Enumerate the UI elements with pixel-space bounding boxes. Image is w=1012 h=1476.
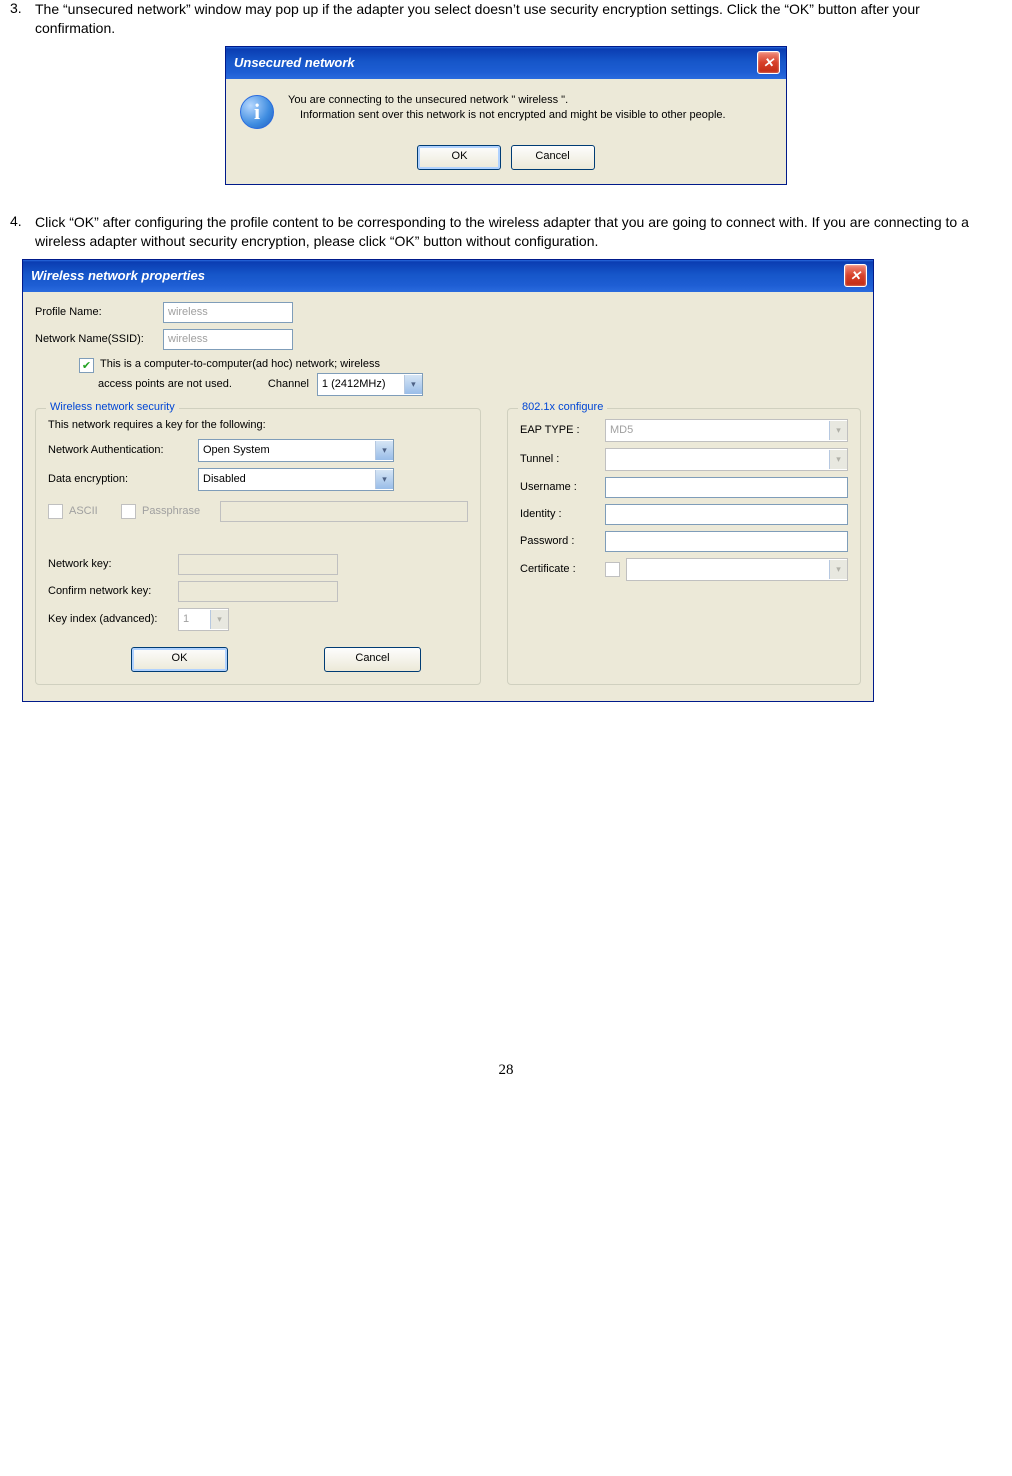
titlebar[interactable]: Wireless network properties ✕ (23, 260, 873, 292)
step-number: 3. (10, 0, 35, 38)
ssid-input[interactable]: wireless (163, 329, 293, 350)
adhoc-text-1: This is a computer-to-computer(ad hoc) n… (100, 358, 380, 370)
enc-label: Data encryption: (48, 473, 198, 485)
dialog-title: Wireless network properties (31, 268, 205, 283)
adhoc-checkbox[interactable]: ✔ (79, 358, 94, 373)
auth-label: Network Authentication: (48, 444, 198, 456)
ssid-label: Network Name(SSID): (35, 333, 163, 345)
channel-value: 1 (2412MHz) (322, 378, 386, 390)
step-number: 4. (10, 213, 35, 251)
ok-button[interactable]: OK (131, 647, 228, 672)
msg-line-2: Information sent over this network is no… (288, 108, 772, 123)
dialog-body: Profile Name: wireless Network Name(SSID… (23, 292, 873, 701)
unsecured-network-dialog: Unsecured network ✕ i You are connecting… (225, 46, 787, 185)
enc-value: Disabled (203, 473, 246, 485)
cancel-button[interactable]: Cancel (324, 647, 421, 672)
chevron-down-icon: ▾ (375, 470, 393, 489)
profile-name-label: Profile Name: (35, 306, 163, 318)
step-text: Click “OK” after configuring the profile… (35, 213, 1002, 251)
chevron-down-icon: ▾ (210, 610, 228, 629)
passphrase-input (220, 501, 468, 522)
cert-label: Certificate : (520, 563, 605, 575)
channel-select[interactable]: 1 (2412MHz) ▾ (317, 373, 423, 396)
cert-select: ▾ (626, 558, 848, 581)
security-desc: This network requires a key for the foll… (48, 419, 468, 431)
password-input[interactable] (605, 531, 848, 552)
dialog-body: i You are connecting to the unsecured ne… (226, 79, 786, 139)
eap-value: MD5 (610, 424, 633, 436)
confirmkey-input (178, 581, 338, 602)
chevron-down-icon: ▾ (829, 450, 847, 469)
keyindex-label: Key index (advanced): (48, 613, 178, 625)
identity-input[interactable] (605, 504, 848, 525)
identity-label: Identity : (520, 508, 605, 520)
keyindex-select: 1 ▾ (178, 608, 229, 631)
netkey-label: Network key: (48, 558, 178, 570)
msg-line-1: You are connecting to the unsecured netw… (288, 93, 772, 108)
password-label: Password : (520, 535, 605, 547)
auth-value: Open System (203, 444, 270, 456)
username-label: Username : (520, 481, 605, 493)
eap-group: 802.1x configure EAP TYPE : MD5 ▾ Tunnel… (507, 408, 861, 685)
ok-button[interactable]: OK (417, 145, 501, 170)
step-text: The “unsecured network” window may pop u… (35, 0, 1002, 38)
username-input[interactable] (605, 477, 848, 498)
chevron-down-icon: ▾ (829, 421, 847, 440)
profile-name-input[interactable]: wireless (163, 302, 293, 323)
eap-type-select: MD5 ▾ (605, 419, 848, 442)
dialog-buttons: OK Cancel (226, 139, 786, 184)
close-icon[interactable]: ✕ (844, 264, 867, 287)
adhoc-text-2: access points are not used. (98, 378, 232, 390)
dialog-message: You are connecting to the unsecured netw… (280, 93, 772, 129)
ascii-label: ASCII (69, 505, 121, 517)
chevron-down-icon: ▾ (375, 441, 393, 460)
tunnel-label: Tunnel : (520, 453, 605, 465)
dialog-title: Unsecured network (234, 55, 355, 70)
chevron-down-icon: ▾ (404, 375, 422, 394)
confirmkey-label: Confirm network key: (48, 585, 178, 597)
cert-checkbox (605, 562, 620, 577)
step-4: 4. Click “OK” after configuring the prof… (10, 213, 1002, 251)
keyindex-value: 1 (183, 613, 189, 625)
page-number: 28 (10, 1062, 1002, 1079)
security-group: Wireless network security This network r… (35, 408, 481, 685)
enc-select[interactable]: Disabled ▾ (198, 468, 394, 491)
auth-select[interactable]: Open System ▾ (198, 439, 394, 462)
passphrase-checkbox (121, 504, 136, 519)
close-icon[interactable]: ✕ (757, 51, 780, 74)
channel-label: Channel (268, 378, 309, 390)
cancel-button[interactable]: Cancel (511, 145, 595, 170)
passphrase-label: Passphrase (142, 505, 220, 517)
eap-legend: 802.1x configure (518, 401, 607, 413)
titlebar[interactable]: Unsecured network ✕ (226, 47, 786, 79)
wireless-properties-dialog: Wireless network properties ✕ Profile Na… (22, 259, 874, 702)
tunnel-select: ▾ (605, 448, 848, 471)
netkey-input (178, 554, 338, 575)
info-icon: i (240, 93, 280, 129)
eap-label: EAP TYPE : (520, 424, 605, 436)
ascii-checkbox (48, 504, 63, 519)
chevron-down-icon: ▾ (829, 560, 847, 579)
security-legend: Wireless network security (46, 401, 179, 413)
step-3: 3. The “unsecured network” window may po… (10, 0, 1002, 38)
